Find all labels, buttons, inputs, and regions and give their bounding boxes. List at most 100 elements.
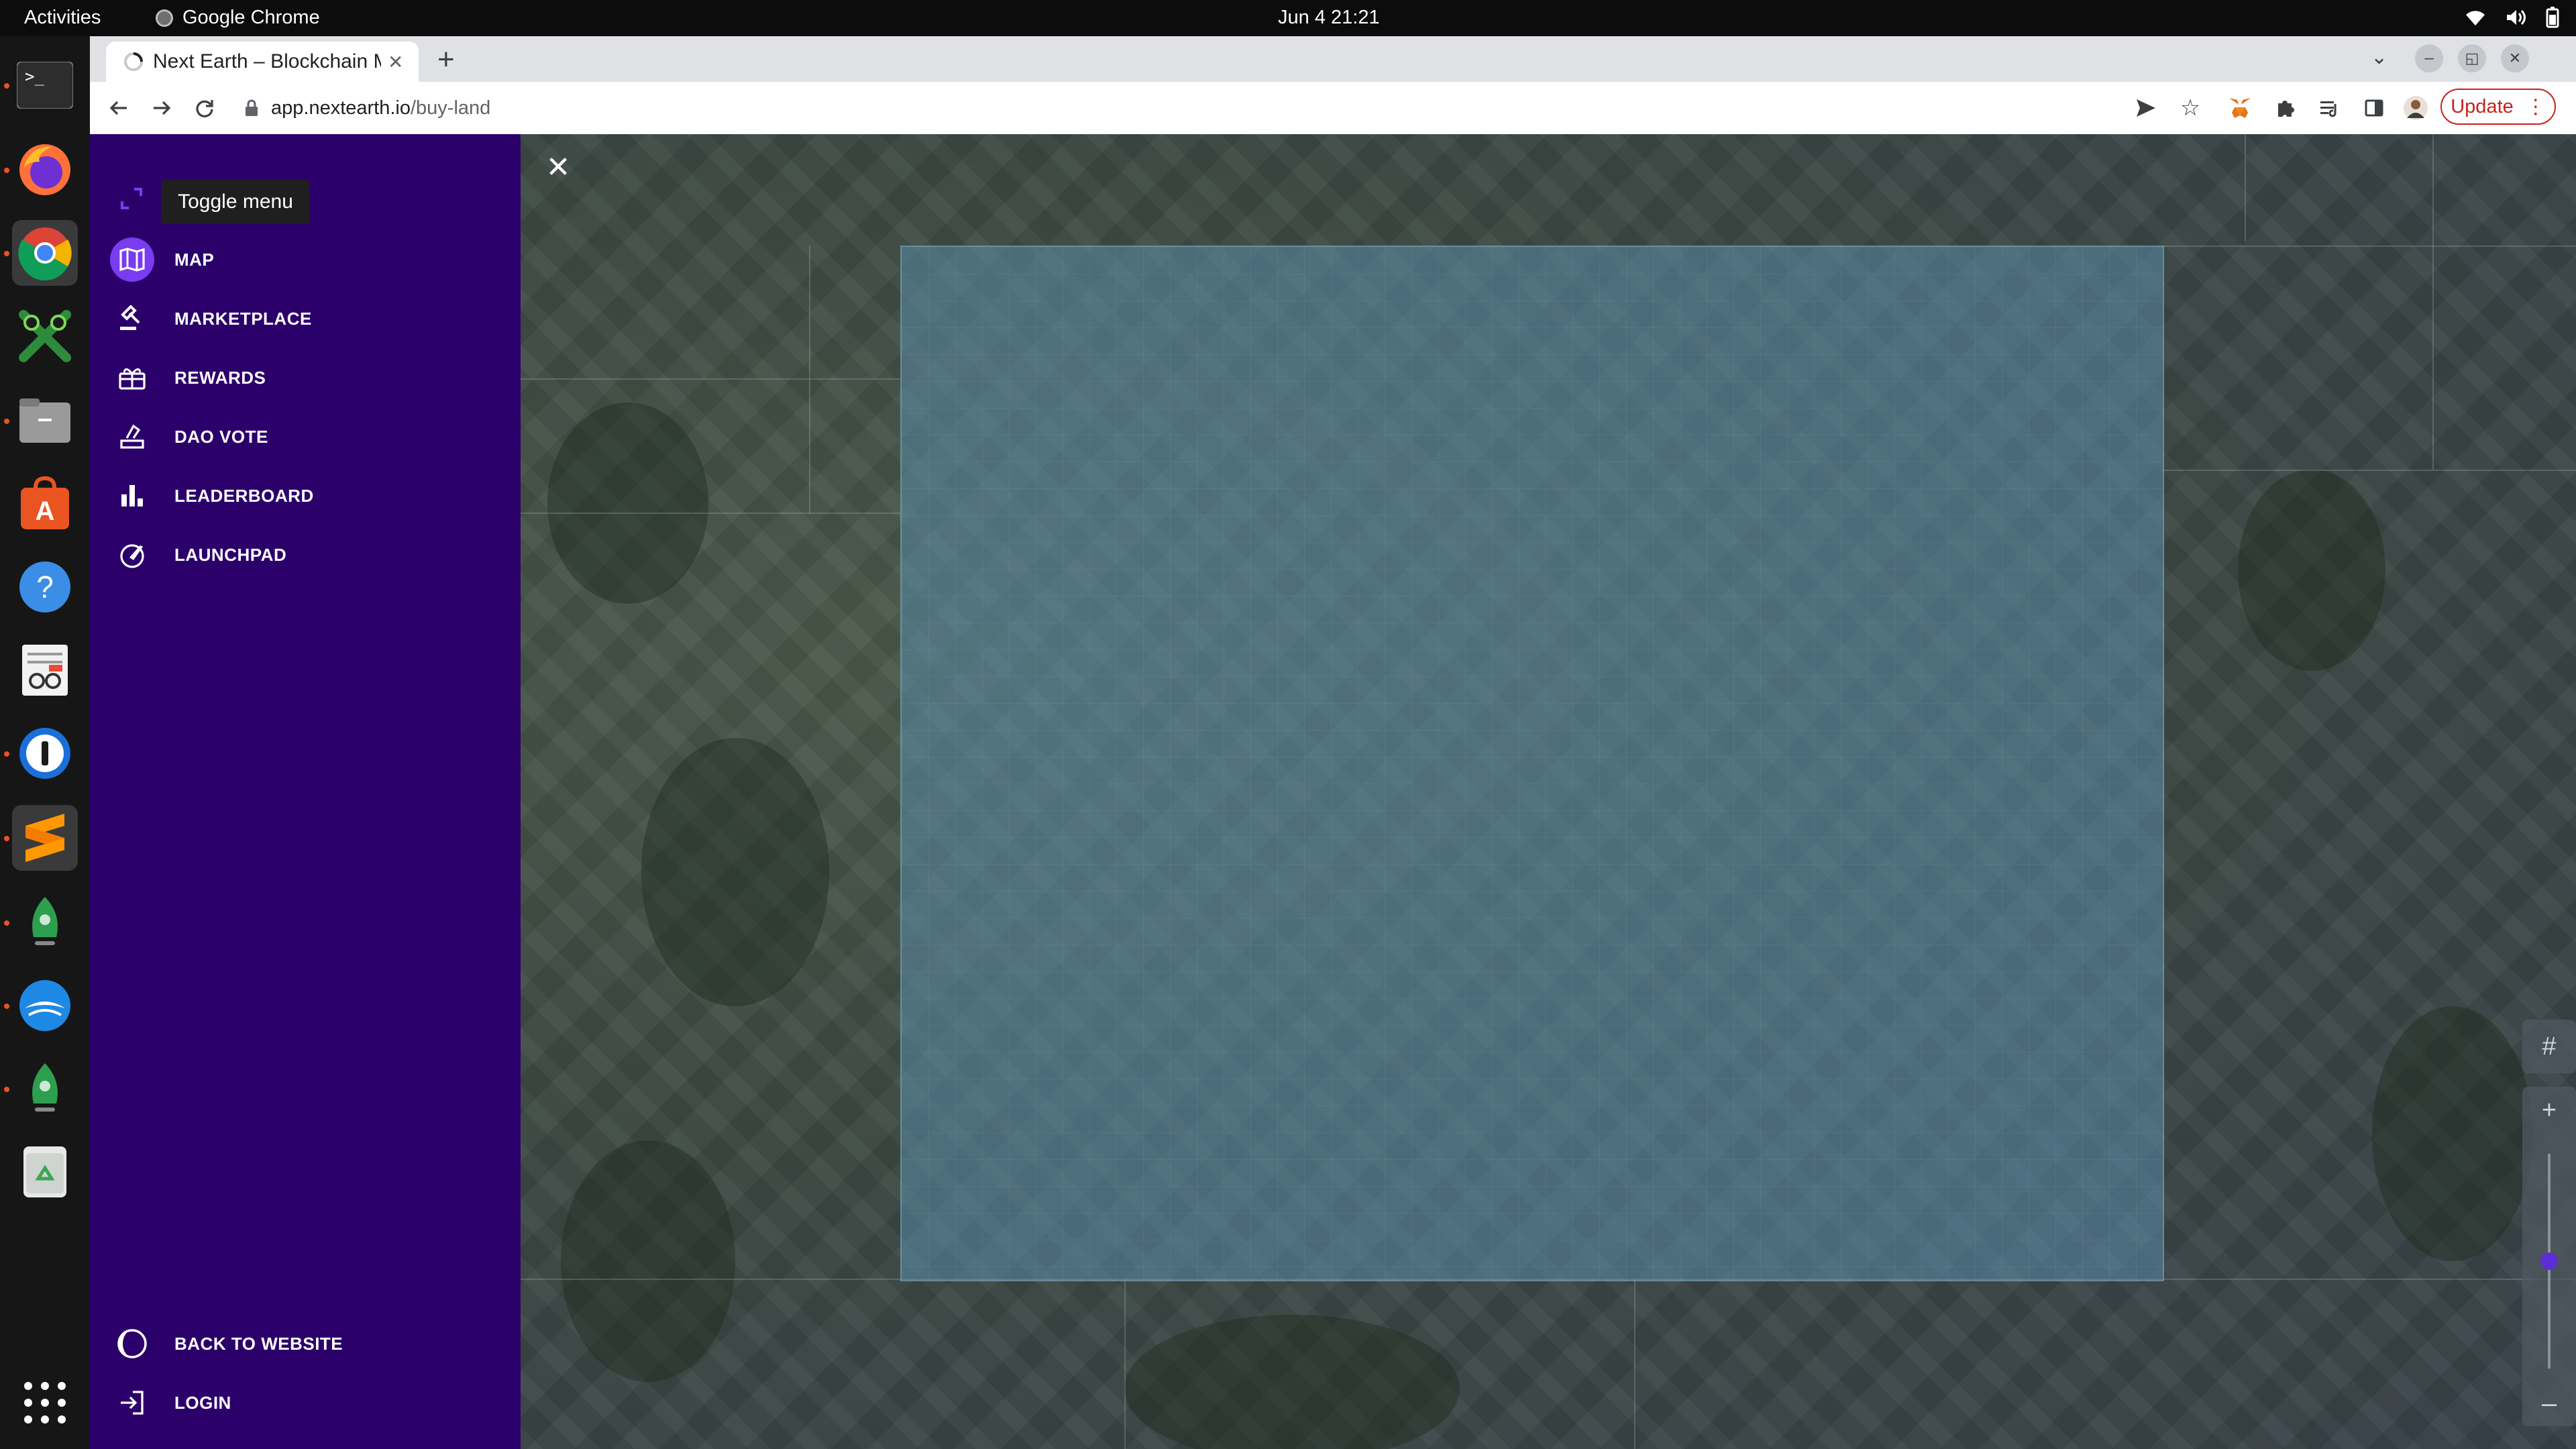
running-indicator xyxy=(4,751,9,757)
loading-spinner-icon xyxy=(124,52,143,71)
window-close-button[interactable]: ✕ xyxy=(2501,44,2529,72)
nav-rewards[interactable]: REWARDS xyxy=(110,356,266,400)
map-icon xyxy=(110,237,154,282)
back-icon[interactable] xyxy=(103,93,134,123)
nav-back-to-website-label: BACK TO WEBSITE xyxy=(174,1333,343,1354)
help-icon[interactable]: ? xyxy=(12,554,78,620)
text-editor-icon[interactable] xyxy=(12,637,78,703)
reload-icon[interactable] xyxy=(189,93,220,123)
map-tree-cluster xyxy=(2372,1006,2533,1261)
bookmark-star-icon[interactable]: ☆ xyxy=(2175,93,2206,123)
map-tree-cluster xyxy=(2238,470,2385,671)
address-bar[interactable]: app.nextearth.io/buy-land xyxy=(231,89,2180,127)
zoom-slider-thumb[interactable] xyxy=(2540,1252,2558,1270)
nav-back-to-website[interactable]: BACK TO WEBSITE xyxy=(110,1322,343,1366)
parcel-grid-line xyxy=(521,513,900,514)
login-icon xyxy=(110,1381,154,1425)
parcel-grid-line xyxy=(2432,134,2434,470)
nav-launchpad-label: LAUNCHPAD xyxy=(174,544,287,565)
earth-logo-icon xyxy=(110,1322,154,1366)
map-tree-cluster xyxy=(561,1140,735,1382)
active-app-menu[interactable]: Google Chrome xyxy=(156,7,320,29)
grid-toggle-button[interactable]: # xyxy=(2522,1020,2576,1073)
nav-marketplace[interactable]: MARKETPLACE xyxy=(110,297,312,341)
update-button[interactable]: Update ⋮ xyxy=(2440,89,2556,125)
parcel-grid-line xyxy=(521,378,900,380)
close-icon[interactable]: ✕ xyxy=(545,153,572,182)
map-tree-cluster xyxy=(547,402,708,604)
browser-tab[interactable]: Next Earth – Blockchain M ✕ xyxy=(106,42,419,82)
inkscape-icon[interactable] xyxy=(12,303,78,369)
rocket-icon-2[interactable] xyxy=(12,1056,78,1122)
svg-text:?: ? xyxy=(36,570,54,604)
running-indicator xyxy=(4,251,9,256)
extensions-puzzle-icon[interactable] xyxy=(2270,93,2301,123)
openoffice-icon[interactable] xyxy=(12,973,78,1038)
selected-land-area[interactable] xyxy=(900,246,2164,1281)
firefox-icon[interactable] xyxy=(12,137,78,203)
rocket-icon[interactable] xyxy=(12,890,78,955)
svg-text:A: A xyxy=(36,496,55,526)
parcel-grid-line xyxy=(1124,1279,1126,1449)
media-queue-icon[interactable] xyxy=(2314,93,2345,123)
app-center-icon[interactable]: A xyxy=(12,471,78,537)
send-icon[interactable] xyxy=(2131,93,2161,123)
tab-search-icon[interactable]: ⌄ xyxy=(2371,46,2387,69)
files-icon[interactable] xyxy=(12,388,78,453)
forward-icon[interactable] xyxy=(146,93,177,123)
trash-icon[interactable] xyxy=(12,1139,78,1205)
restore-button[interactable]: ◱ xyxy=(2458,44,2486,72)
volume-icon xyxy=(2507,9,2526,25)
nav-leaderboard[interactable]: LEADERBOARD xyxy=(110,474,314,518)
satellite-map[interactable]: ✕ # + – xyxy=(521,134,2576,1449)
running-indicator xyxy=(4,1004,9,1009)
active-app-name: Google Chrome xyxy=(182,7,320,28)
clock[interactable]: Jun 4 21:21 xyxy=(1278,7,1380,29)
nav-login[interactable]: LOGIN xyxy=(110,1381,231,1425)
nav-dao-vote[interactable]: DAO VOTE xyxy=(110,415,268,459)
terminal-icon[interactable]: >_ xyxy=(12,52,78,118)
metamask-fox-icon[interactable] xyxy=(2224,93,2255,123)
running-indicator xyxy=(4,83,9,89)
battery-icon xyxy=(2546,7,2559,28)
rocket-launch-icon xyxy=(110,533,154,577)
parcel-grid-line xyxy=(2245,134,2246,241)
parcel-grid-line xyxy=(1634,1279,1635,1449)
sublime-icon[interactable] xyxy=(12,805,78,871)
zoom-out-button[interactable]: – xyxy=(2522,1389,2576,1419)
url-host: app.nextearth.io xyxy=(271,97,411,119)
profile-avatar-icon[interactable] xyxy=(2400,93,2431,123)
tab-close-icon[interactable]: ✕ xyxy=(388,51,403,73)
running-indicator xyxy=(4,1087,9,1092)
activities-button[interactable]: Activities xyxy=(24,7,101,29)
toggle-menu-icon[interactable] xyxy=(118,185,145,215)
gift-icon xyxy=(110,356,154,400)
show-apps-icon[interactable] xyxy=(12,1370,78,1436)
side-panel-icon[interactable] xyxy=(2359,93,2390,123)
system-top-bar: Activities Google Chrome Jun 4 21:21 xyxy=(0,0,2576,36)
chrome-icon[interactable] xyxy=(12,220,78,286)
tab-title: Next Earth – Blockchain M xyxy=(153,50,381,72)
bar-chart-icon xyxy=(110,474,154,518)
password-manager-icon[interactable] xyxy=(12,720,78,786)
wifi-icon xyxy=(2466,11,2485,25)
update-label: Update xyxy=(2451,95,2514,117)
url-path: /buy-land xyxy=(410,97,491,119)
nav-login-label: LOGIN xyxy=(174,1392,231,1413)
browser-toolbar: app.nextearth.io/buy-land ☆ Update ⋮ xyxy=(90,82,2576,135)
new-tab-button[interactable]: + xyxy=(437,43,455,76)
minimize-button[interactable]: – xyxy=(2415,44,2443,72)
parcel-grid-line xyxy=(2161,470,2576,471)
nav-launchpad[interactable]: LAUNCHPAD xyxy=(110,533,286,577)
nav-leaderboard-label: LEADERBOARD xyxy=(174,485,314,506)
lock-icon[interactable] xyxy=(244,99,259,117)
vote-icon xyxy=(110,415,154,459)
tab-strip: Next Earth – Blockchain M ✕ + ⌄ – ◱ ✕ xyxy=(90,36,2576,82)
parcel-grid-line xyxy=(2161,246,2576,247)
nav-marketplace-label: MARKETPLACE xyxy=(174,308,312,329)
zoom-in-button[interactable]: + xyxy=(2542,1096,2557,1125)
system-tray[interactable] xyxy=(2465,7,2560,28)
nav-dao-vote-label: DAO VOTE xyxy=(174,426,268,447)
app-sidebar: MAP MARKETPLACE REWARDS DAO VOTE LEADERB… xyxy=(90,134,521,1449)
nav-map[interactable]: MAP xyxy=(110,237,214,282)
